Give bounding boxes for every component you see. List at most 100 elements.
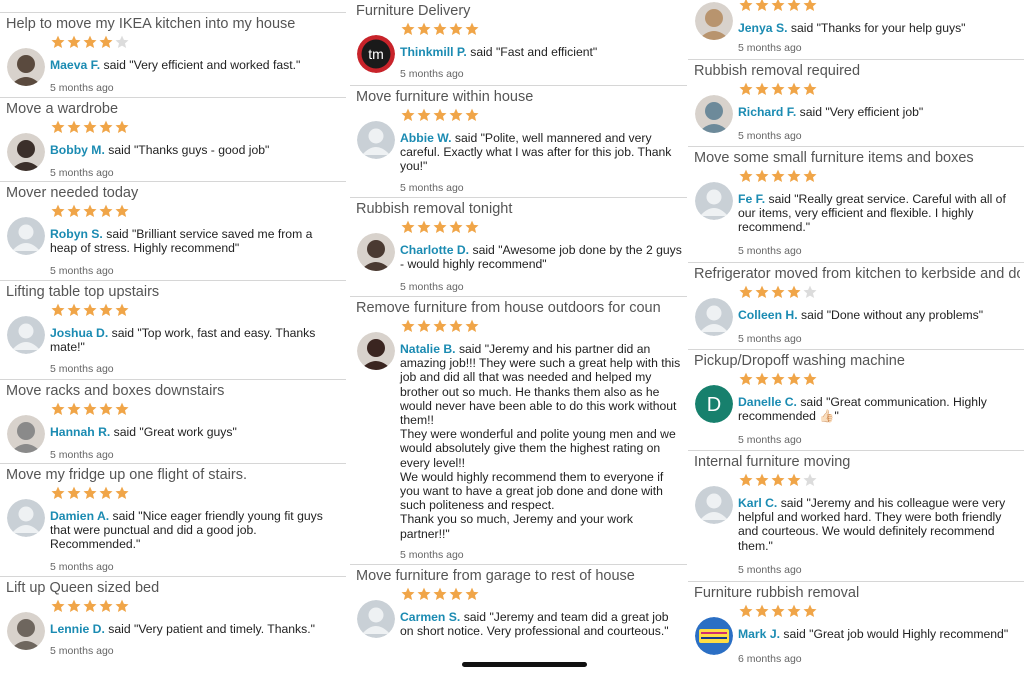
review-quote: "Fast and efficient" — [495, 45, 598, 59]
star-filled-icon — [755, 372, 769, 385]
reviewer-name-link[interactable]: Damien A. — [50, 509, 109, 523]
review-card[interactable]: Move a wardrobe Bobby M. said "Thanks guy… — [0, 97, 346, 181]
reviewer-name-link[interactable]: Natalie B. — [400, 342, 456, 356]
review-card[interactable]: Move furniture from garage to rest of ho… — [350, 564, 687, 675]
star-rating — [401, 587, 479, 601]
review-card[interactable]: Move racks and boxes downstairs Hannah R.… — [0, 379, 346, 463]
reviewer-name-link[interactable]: Joshua D. — [50, 326, 108, 340]
reviewer-name-link[interactable]: Thinkmill P. — [400, 45, 467, 59]
star-filled-icon — [433, 108, 447, 121]
review-card[interactable]: Lifting table top upstairs Joshua D. said… — [0, 280, 346, 379]
star-rating — [739, 0, 817, 12]
star-filled-icon — [115, 204, 129, 217]
star-filled-icon — [449, 22, 463, 35]
user-photo-avatar — [357, 233, 395, 271]
review-text: Natalie B. said "Jeremy and his partner … — [400, 342, 683, 541]
star-filled-icon — [449, 319, 463, 332]
review-timestamp: 5 months ago — [738, 333, 802, 345]
star-filled-icon — [739, 169, 753, 182]
home-indicator[interactable] — [462, 662, 587, 667]
review-timestamp: 5 months ago — [738, 564, 802, 576]
user-photo-avatar — [695, 2, 733, 40]
job-title: Move furniture within house — [356, 89, 534, 105]
star-filled-icon — [83, 402, 97, 415]
reviewer-name-link[interactable]: Jenya S. — [738, 21, 787, 35]
star-filled-icon — [787, 82, 801, 95]
star-filled-icon — [83, 303, 97, 316]
reviewer-name-link[interactable]: Robyn S. — [50, 227, 103, 241]
review-text: Abbie W. said "Polite, well mannered and… — [400, 131, 683, 174]
review-card[interactable]: Remove furniture from house outdoors for… — [350, 296, 687, 564]
star-filled-icon — [803, 0, 817, 11]
review-card[interactable]: Move my fridge up one flight of stairs. D… — [0, 463, 346, 576]
star-filled-icon — [99, 204, 113, 217]
reviewer-name-link[interactable]: Danelle C. — [738, 395, 797, 409]
reviewer-name-link[interactable]: Colleen H. — [738, 308, 798, 322]
star-filled-icon — [67, 120, 81, 133]
star-filled-icon — [417, 220, 431, 233]
review-card[interactable]: Furniture Delivery tm Thinkmill P. said "F… — [350, 0, 687, 85]
star-filled-icon — [433, 319, 447, 332]
star-filled-icon — [803, 372, 817, 385]
reviewer-name-link[interactable]: Mark J. — [738, 627, 780, 641]
review-card[interactable]: Move some small furniture items and boxe… — [688, 146, 1024, 262]
review-card[interactable]: Help to move my IKEA kitchen into my hou… — [0, 12, 346, 97]
review-card[interactable]: Move furniture within house Abbie W. said… — [350, 85, 687, 197]
reviewer-name-link[interactable]: Maeva F. — [50, 58, 100, 72]
said-label: said — [106, 227, 129, 241]
review-card[interactable]: Internal furniture moving Karl C. said "J… — [688, 450, 1024, 581]
star-filled-icon — [99, 599, 113, 612]
reviewer-name-link[interactable]: Charlotte D. — [400, 243, 469, 257]
review-column-3: Jenya S. said "Thanks for your help guys… — [688, 0, 1024, 675]
default-avatar-icon — [357, 600, 395, 638]
job-title: Help to move my IKEA kitchen into my hou… — [6, 16, 296, 32]
reviewer-name-link[interactable]: Richard F. — [738, 105, 796, 119]
reviewer-name-link[interactable]: Abbie W. — [400, 131, 451, 145]
review-card[interactable]: Jenya S. said "Thanks for your help guys… — [688, 0, 1024, 59]
job-title: Remove furniture from house outdoors for… — [356, 300, 661, 316]
review-card[interactable]: Mover needed today Robyn S. said "Brillia… — [0, 181, 346, 280]
reviewer-name-link[interactable]: Fe F. — [738, 192, 765, 206]
job-title: Lift up Queen sized bed — [6, 580, 160, 596]
job-title: Move my fridge up one flight of stairs. — [6, 467, 247, 483]
star-filled-icon — [67, 486, 81, 499]
star-filled-icon — [755, 169, 769, 182]
star-filled-icon — [67, 402, 81, 415]
star-empty-icon — [803, 473, 817, 486]
review-card[interactable]: Rubbish removal tonight Charlotte D. said… — [350, 197, 687, 296]
star-filled-icon — [771, 82, 785, 95]
review-timestamp: 6 months ago — [738, 653, 802, 665]
star-filled-icon — [417, 108, 431, 121]
star-filled-icon — [115, 486, 129, 499]
star-filled-icon — [449, 587, 463, 600]
review-timestamp: 5 months ago — [50, 167, 114, 179]
star-filled-icon — [803, 169, 817, 182]
review-timestamp: 5 months ago — [50, 82, 114, 94]
review-card[interactable]: Rubbish removal required Richard F. said … — [688, 59, 1024, 146]
said-label: said — [800, 395, 823, 409]
star-filled-icon — [433, 22, 447, 35]
star-filled-icon — [99, 486, 113, 499]
review-timestamp: 5 months ago — [738, 130, 802, 142]
star-filled-icon — [99, 303, 113, 316]
said-label: said — [111, 326, 134, 340]
reviewer-name-link[interactable]: Hannah R. — [50, 425, 110, 439]
reviewer-name-link[interactable]: Bobby M. — [50, 143, 105, 157]
star-rating — [739, 169, 817, 183]
star-rating — [739, 604, 817, 618]
star-filled-icon — [739, 82, 753, 95]
star-filled-icon — [803, 604, 817, 617]
star-rating — [51, 204, 129, 218]
said-label: said — [799, 105, 822, 119]
star-filled-icon — [739, 372, 753, 385]
star-filled-icon — [755, 0, 769, 11]
reviewer-name-link[interactable]: Karl C. — [738, 496, 777, 510]
review-card[interactable]: Refrigerator moved from kitchen to kerbs… — [688, 262, 1024, 349]
review-card[interactable]: Furniture rubbish removal Mark J. said "G… — [688, 581, 1024, 675]
star-filled-icon — [401, 587, 415, 600]
review-card[interactable]: Pickup/Dropoff washing machine D Danelle C… — [688, 349, 1024, 450]
reviewer-name-link[interactable]: Carmen S. — [400, 610, 460, 624]
reviewer-name-link[interactable]: Lennie D. — [50, 622, 105, 636]
review-card[interactable]: Lift up Queen sized bed Lennie D. said "V… — [0, 576, 346, 675]
star-rating — [401, 220, 479, 234]
